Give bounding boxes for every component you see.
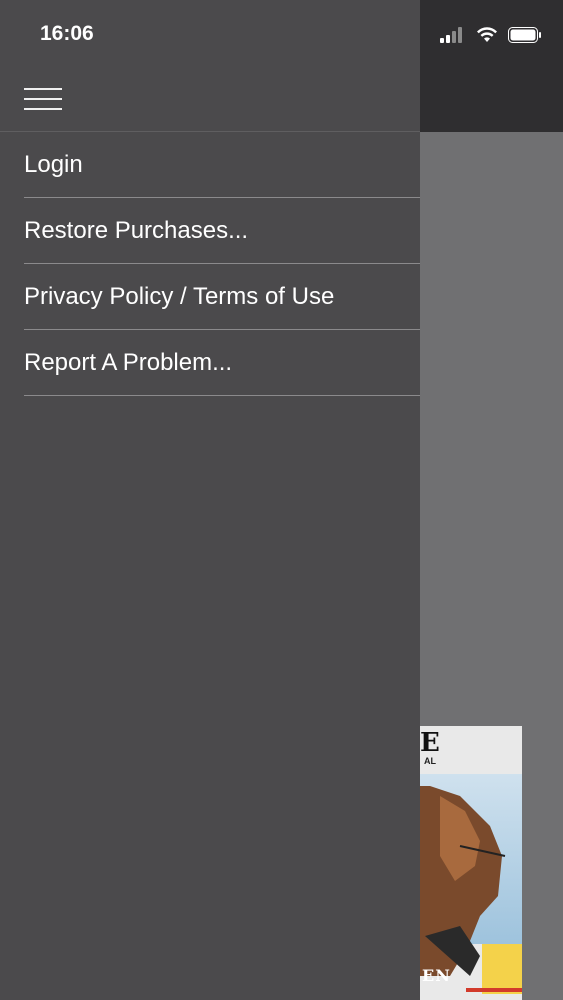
menu-item-login[interactable]: Login — [24, 132, 420, 198]
cover-yellow-block — [482, 944, 522, 994]
hamburger-menu-icon[interactable] — [24, 86, 62, 112]
wifi-icon — [477, 27, 497, 42]
menu-item-label: Report A Problem... — [24, 348, 233, 376]
drawer-menu: Login Restore Purchases... Privacy Polic… — [0, 132, 420, 396]
status-time: 16:06 — [40, 22, 94, 45]
cellular-signal-icon — [440, 27, 462, 43]
menu-item-label: Restore Purchases... — [24, 216, 249, 244]
menu-item-label: Login — [24, 150, 83, 178]
menu-item-restore-purchases[interactable]: Restore Purchases... — [24, 198, 420, 264]
cover-subtitle-fragment: AL — [424, 756, 436, 766]
drawer-header: 16:06 — [0, 0, 420, 132]
magazine-cover-thumbnail: E AL EN — [420, 726, 522, 1000]
cover-title-fragment: E — [420, 728, 440, 758]
battery-icon — [508, 27, 541, 43]
status-icons — [440, 24, 542, 46]
menu-item-report-problem[interactable]: Report A Problem... — [24, 330, 420, 396]
cover-bottom-text: EN — [422, 966, 451, 985]
menu-item-privacy-policy[interactable]: Privacy Policy / Terms of Use — [24, 264, 420, 330]
cover-red-stripe — [466, 988, 522, 992]
menu-item-label: Privacy Policy / Terms of Use — [24, 282, 335, 310]
navigation-drawer: 16:06 Login Restore Purchases... Privacy… — [0, 0, 420, 1000]
